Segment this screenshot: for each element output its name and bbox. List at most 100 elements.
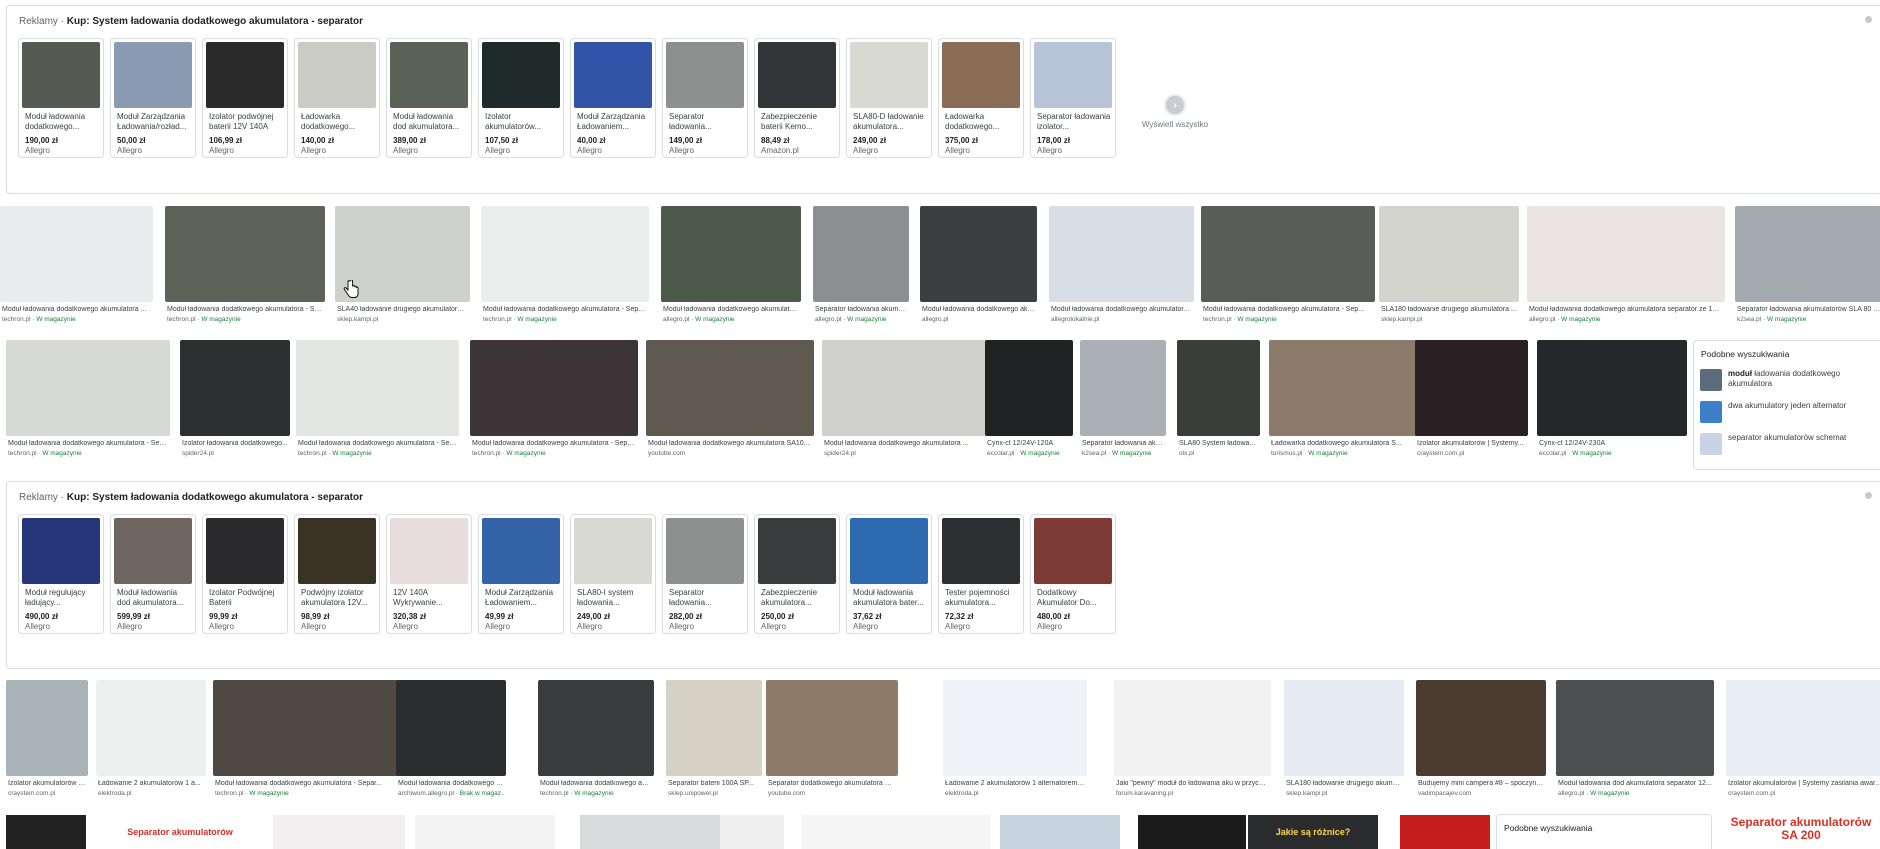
result-source: allegro.pl · W magazynie [1529, 316, 1601, 323]
image-result[interactable]: Separator akumulatorów [98, 815, 262, 849]
ad-card[interactable]: Ładowarka dodatkowego... 140,00 zł Allegro [294, 38, 380, 158]
image-result[interactable] [802, 815, 990, 849]
image-result[interactable]: Moduł ładowania dodatkowego akumulatora … [1201, 206, 1375, 330]
result-caption: Separator ładowania aku... [1082, 440, 1164, 447]
ad-card[interactable]: 12V 140A Wykrywanie... 320,38 zł Allegro [386, 514, 472, 634]
ads-block-top: Reklamy · Kup: System ładowania dodatkow… [6, 5, 1880, 194]
store-name: Allegro [669, 146, 694, 155]
image-result[interactable]: Cyrix-ct 12/24V-230A eccolar.pl · W magaz… [1537, 340, 1687, 464]
ad-card[interactable]: Separator ładowania izolator... 178,00 zł… [1030, 38, 1116, 158]
image-result[interactable]: Moduł ładowania dodatkowego akumulatora … [213, 680, 398, 804]
image-result[interactable]: Separator ładowania aku... k2sea.pl · W m… [1080, 340, 1166, 464]
image-result[interactable] [415, 815, 555, 849]
image-result[interactable]: Moduł ładowania dodatkowego akumulatora … [6, 340, 170, 464]
image-result[interactable]: Moduł ładowania dodatkowego akumulatora … [822, 340, 986, 464]
info-icon[interactable] [1865, 492, 1872, 499]
image-result[interactable]: Moduł ładowania dodatkowego akumulatora … [165, 206, 325, 330]
ad-card[interactable]: Tester pojemności akumulatora... 72,32 zł… [938, 514, 1024, 634]
ad-card[interactable]: Separator ładowania... 149,00 zł Allegro [662, 38, 748, 158]
ad-card[interactable]: Podwójny izolator akumulatora 12V... 98,9… [294, 514, 380, 634]
result-thumbnail [1527, 206, 1725, 302]
show-all-button[interactable]: › Wyświetl wszystko [1135, 94, 1215, 154]
image-result[interactable]: Moduł ładowania dodatkowego akumulatora … [0, 206, 153, 330]
ad-card[interactable]: Moduł Zarządzania Ładowania/rozład... 50,… [110, 38, 196, 158]
ad-card[interactable]: Zabezpieczenie baterii Kemo... 88,49 zł Am… [754, 38, 840, 158]
image-result[interactable]: Izolator ładowania dodatkowego... spider2… [180, 340, 290, 464]
image-result[interactable] [273, 815, 405, 849]
image-result[interactable]: Separator dodatkowego akumulatora SA-40 … [766, 680, 898, 804]
ad-card[interactable]: Moduł ładowania dod akumulatora... 389,00… [386, 38, 472, 158]
image-result[interactable] [720, 815, 784, 849]
ad-card[interactable]: Separator ładowania... 282,00 zł Allegro [662, 514, 748, 634]
image-result[interactable]: Separator ładowania akumulatorów SLA 80 … [1735, 206, 1880, 330]
related-search-item[interactable]: separator akumulatorów schemat [1700, 433, 1880, 455]
image-result[interactable]: SLA40 ładowanie drugiego akumulatora ...… [335, 206, 470, 330]
related-thumbnail [1700, 369, 1722, 391]
related-search-item[interactable]: dwa akumulatory jeden alternator [1700, 401, 1880, 423]
result-source: spider24.pl [824, 450, 856, 457]
image-result[interactable]: SLA180 ładowanie drugiego akumulatora ..… [1379, 206, 1519, 330]
ad-card[interactable]: Moduł Zarządzania Ładowaniem... 40,00 zł A… [570, 38, 656, 158]
image-result[interactable]: Separator baterii 100A SP... sklep.unipow… [666, 680, 762, 804]
ad-card[interactable]: Moduł ładowania dod akumulatora... 599,99… [110, 514, 196, 634]
image-result[interactable]: Moduł ładowania dodatkowego akumulatora … [646, 340, 814, 464]
related-search-item[interactable]: moduł ładowania dodatkowego akumulatora [1700, 369, 1880, 391]
store-name: Allegro [577, 622, 602, 631]
image-result[interactable] [580, 815, 732, 849]
ad-card[interactable]: Izolator Podwójnej Baterii 99,99 zł Allegr… [202, 514, 288, 634]
image-result[interactable]: Ładowanie 2 akumulatorów 1 a... elektroda… [96, 680, 206, 804]
result-source: craystem.com.pl [8, 790, 56, 797]
image-result[interactable]: Jaki "pewny" moduł do ładowania aku w pr… [1114, 680, 1271, 804]
ad-card[interactable]: Moduł Zarządzania Ładowaniem... 49,99 zł A… [478, 514, 564, 634]
result-source: youtube.com [768, 790, 806, 797]
info-icon[interactable] [1865, 16, 1872, 23]
image-result[interactable]: Budujemy mini campera #8 – spoczynk... va… [1416, 680, 1546, 804]
image-result[interactable]: Moduł ładowania dodatkowego akumulatora.… [538, 680, 654, 804]
image-result[interactable]: Cyrix-ct 12/24V-120A eccolar.pl · W magaz… [985, 340, 1073, 464]
image-result[interactable]: SLA80 System ładowa... olx.pl [1177, 340, 1260, 464]
image-result[interactable]: Izolator akumulatorów |... craystem.com.p… [6, 680, 88, 804]
image-result[interactable]: Moduł ładowania dodatkowego akumulatora … [470, 340, 638, 464]
ad-card[interactable]: SLA80-I system ładowania... 249,00 zł Alle… [570, 514, 656, 634]
image-result[interactable]: Moduł ładowania dodatkowego akumulatora … [481, 206, 649, 330]
product-image [758, 518, 836, 584]
product-title: Izolator Podwójnej Baterii [209, 588, 275, 607]
related-thumbnail [1700, 401, 1722, 423]
image-result[interactable]: Moduł ładowania dodatkowego aku... allegr… [920, 206, 1037, 330]
image-result[interactable] [6, 815, 86, 849]
ad-card[interactable]: Izolator akumulatorów... 107,50 zł Allegro [478, 38, 564, 158]
image-result[interactable]: Moduł ładowania dodatkowego akumulatora … [296, 340, 459, 464]
image-result[interactable]: SLA180 ładowanie drugiego akumul... sklep… [1284, 680, 1404, 804]
ad-card[interactable]: Moduł ładowania akumulatora bater... 37,6… [846, 514, 932, 634]
image-result[interactable]: Ładowanie 2 akumulatorów 1 alternatorem … [943, 680, 1087, 804]
ad-card[interactable]: Zabezpieczenie akumulatora... 250,00 zł Al… [754, 514, 840, 634]
image-result[interactable]: Ładowarka dodatkowego akumulatora S... tu… [1269, 340, 1419, 464]
image-result[interactable] [1138, 815, 1246, 849]
product-image [298, 42, 376, 108]
product-image [942, 518, 1020, 584]
store-name: Allegro [25, 622, 50, 631]
ads-heading: Reklamy · Kup: System ładowania dodatkow… [19, 16, 363, 27]
image-result[interactable]: Jakie są różnice? [1248, 815, 1378, 849]
image-result[interactable]: Moduł ładowania dodatkowego akumulator..… [1049, 206, 1194, 330]
corner-ad-image[interactable]: Separator akumulatorów SA 200 [1722, 816, 1880, 849]
ad-card[interactable]: Izolator podwójnej baterii 12V 140A 106,9… [202, 38, 288, 158]
image-result[interactable] [1000, 815, 1120, 849]
ad-card[interactable]: Dodatkowy Akumulator Do... 480,00 zł Alleg… [1030, 514, 1116, 634]
image-result[interactable]: Separator ładowania akumul... allegro.pl … [813, 206, 909, 330]
ad-card[interactable]: Ładowarka dodatkowego... 375,00 zł Allegro [938, 38, 1024, 158]
ad-card[interactable]: Moduł ładowania dodatkowego... 190,00 zł A… [18, 38, 104, 158]
image-result[interactable]: Moduł ładowania dodatkowego a... archiwum… [396, 680, 506, 804]
ad-card[interactable]: SLA80-D ładowanie akumulatora... 249,00 z… [846, 38, 932, 158]
image-result[interactable] [1400, 815, 1490, 849]
ad-card[interactable]: Moduł regulujący ładujący... 490,00 zł All… [18, 514, 104, 634]
image-result[interactable]: Moduł ładowania dod akumulatora separato… [1556, 680, 1714, 804]
image-result[interactable]: Moduł ładowania dodatkowego akumulatora … [661, 206, 801, 330]
product-image [22, 518, 100, 584]
ads-heading: Reklamy · Kup: System ładowania dodatkow… [19, 492, 363, 503]
related-search-text: moduł ładowania dodatkowego akumulatora [1728, 369, 1841, 388]
product-price: 50,00 zł [117, 136, 146, 145]
image-result[interactable]: Moduł ładowania dodatkowego akumulatora … [1527, 206, 1725, 330]
image-result[interactable]: Izolator akumulatorów | Systemy zasilani… [1726, 680, 1880, 804]
image-result[interactable]: Izolator akumulatorów | Systemy... crayst… [1415, 340, 1528, 464]
